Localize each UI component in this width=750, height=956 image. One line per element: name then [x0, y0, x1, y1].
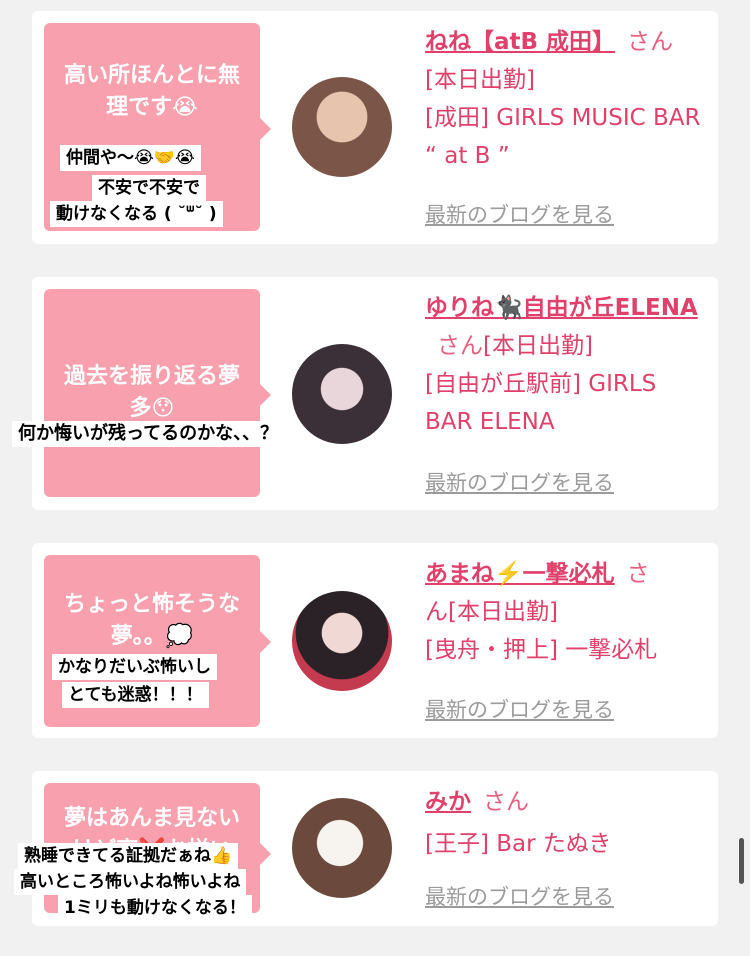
bubble-pointer	[260, 631, 271, 653]
cast-name-link[interactable]: みか	[425, 789, 471, 815]
sticker-text: 熟睡できてる証拠だぁね👍	[18, 843, 239, 869]
attendance-status: [本日出勤]	[425, 67, 535, 93]
avatar[interactable]	[292, 591, 392, 691]
latest-blog-link[interactable]: 最新のブログを見る	[425, 881, 614, 911]
latest-blog-link[interactable]: 最新のブログを見る	[425, 467, 614, 497]
sticker-text: かなりだいぶ怖いし	[52, 654, 217, 680]
cast-name-link[interactable]: あまね⚡️一撃必札	[425, 561, 615, 587]
shop-name: [成田] GIRLS MUSIC BAR “ at B ”	[425, 105, 701, 169]
honorific: さん	[627, 29, 674, 55]
latest-blog-link[interactable]: 最新のブログを見る	[425, 694, 614, 724]
honorific: さ	[626, 561, 650, 587]
latest-blog-link[interactable]: 最新のブログを見る	[425, 199, 614, 229]
bubble-text: 過去を振り返る夢多😯	[63, 364, 240, 421]
avatar[interactable]	[292, 344, 392, 444]
bubble-pointer	[260, 384, 271, 406]
shop-name: [自由が丘駅前] GIRLS BAR ELENA	[425, 371, 657, 435]
sticker-text: 何か悔いが残ってるのかな、、？	[12, 421, 285, 447]
avatar[interactable]	[292, 798, 392, 898]
shop-name: [曳舟・押上] 一撃必札	[425, 637, 658, 663]
sticker-text: 高いところ怖いよね怖いよね	[14, 869, 247, 895]
bubble-text: ちょっと怖そうな夢。。💭	[63, 592, 240, 649]
bubble-text: 高い所ほんとに無理です😭	[63, 63, 240, 120]
cast-info: ゆりね🐈‍⬛自由が丘ELENA さん[本日出勤] [自由が丘駅前] GIRLS B…	[425, 289, 710, 441]
bubble-pointer	[260, 843, 271, 865]
cast-card[interactable]: 過去を振り返る夢多😯 ゆりね🐈‍⬛自由が丘ELENA さん[本日出勤] [自由が丘…	[32, 277, 718, 510]
cast-info: あまね⚡️一撃必札さ ん[本日出勤] [曳舟・押上] 一撃必札	[425, 555, 710, 669]
attendance-status: ん[本日出勤]	[425, 599, 558, 625]
sticker-text: 1ミリも動けなくなる！	[58, 895, 252, 921]
cast-name-link[interactable]: ねね【atB 成田】	[425, 29, 615, 55]
sticker-text: 不安で不安で	[92, 175, 206, 201]
comment-bubble: 過去を振り返る夢多😯	[44, 289, 271, 497]
cast-name-link[interactable]: ゆりね🐈‍⬛自由が丘ELENA	[425, 295, 698, 321]
avatar[interactable]	[292, 77, 392, 177]
sticker-text: とても迷惑！！！	[62, 682, 209, 708]
sticker-text: 仲間や〜😭🤝😭	[60, 145, 201, 171]
sticker-text: 動けなくなる ( ˘ᐜ˘ )	[50, 201, 223, 227]
scrollbar[interactable]	[739, 838, 744, 884]
honorific: さん	[483, 789, 529, 815]
honorific: さん	[437, 333, 483, 359]
bubble-pointer	[260, 118, 271, 140]
cast-info: みか さん [王子] Bar たぬき	[425, 783, 710, 863]
cast-info: ねね【atB 成田】 さん [本日出勤] [成田] GIRLS MUSIC BAR…	[425, 23, 710, 175]
cast-card[interactable]: ちょっと怖そうな夢。。💭 あまね⚡️一撃必札さ ん[本日出勤] [曳舟・押上] …	[32, 543, 718, 738]
shop-name: [王子] Bar たぬき	[425, 831, 612, 857]
attendance-status: [本日出勤]	[483, 333, 593, 359]
